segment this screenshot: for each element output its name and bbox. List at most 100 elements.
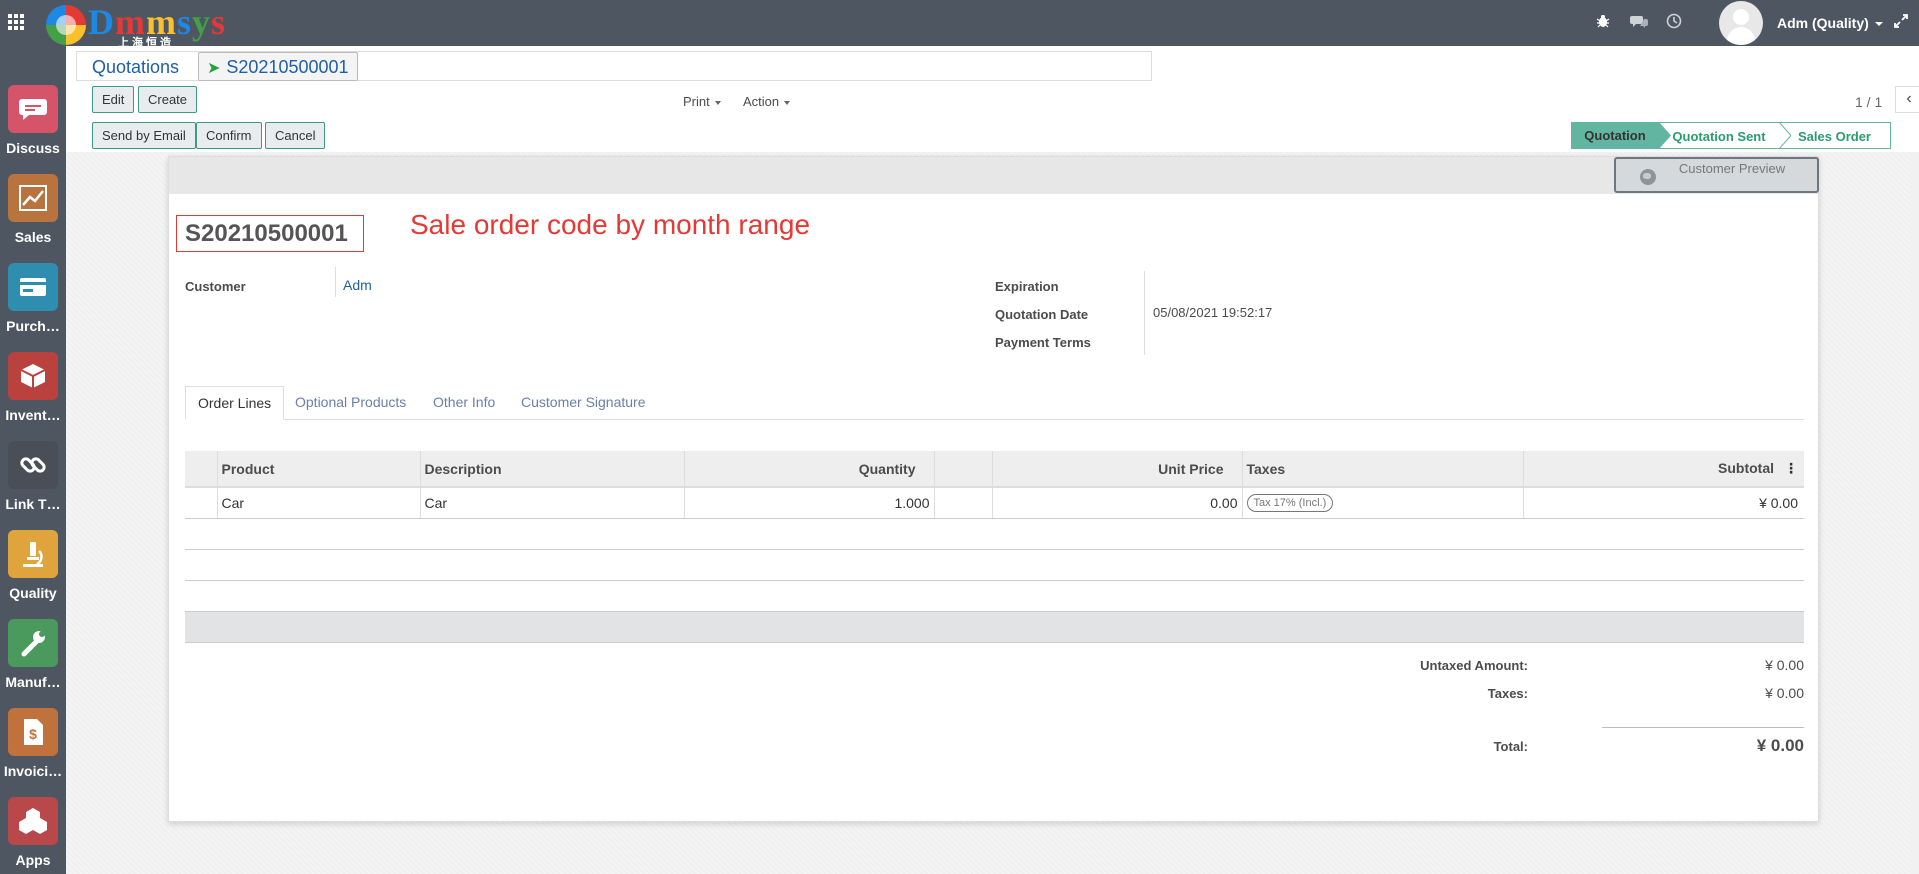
total-value: ¥ 0.00 (1756, 736, 1804, 755)
cell-subtotal: ¥ 0.00 (1523, 487, 1804, 519)
column-header-description[interactable]: Description (420, 451, 685, 488)
untaxed-amount-value: ¥ 0.00 (1765, 657, 1804, 673)
clock-icon[interactable] (1665, 13, 1683, 31)
cell-description: Car (420, 487, 685, 519)
table-footer-row (185, 611, 1804, 643)
create-button[interactable]: Create (138, 86, 198, 113)
breadcrumb: Quotations ➤ S20210500001 (76, 51, 1152, 81)
column-header-unit-price[interactable]: Unit Price (992, 451, 1243, 488)
taxes-label: Taxes: (1487, 686, 1528, 701)
wrench-icon (8, 619, 58, 667)
tab-customer-signature[interactable]: Customer Signature (509, 386, 658, 420)
sidebar-app-invoicing[interactable]: $ Invoici… (0, 708, 66, 797)
untaxed-amount-label: Untaxed Amount: (1420, 658, 1528, 673)
sidebar-app-inventory[interactable]: Invent… (0, 352, 66, 441)
empty-row (185, 580, 1804, 612)
user-menu[interactable]: Adm (Quality) (1777, 15, 1883, 31)
empty-row (185, 518, 1804, 550)
globe-icon (1640, 169, 1656, 185)
svg-text:$: $ (29, 726, 37, 742)
credit-card-icon (8, 263, 58, 311)
sidebar-app-quality[interactable]: Quality (0, 530, 66, 619)
row-handle[interactable] (185, 487, 218, 519)
cell-unit-price: 0.00 (992, 487, 1243, 519)
tax-badge: Tax 17% (Incl.) (1246, 494, 1334, 513)
tab-optional-products[interactable]: Optional Products (283, 386, 418, 420)
form-sheet: Customer Preview S20210500001 Sale order… (168, 156, 1819, 822)
logo-ball-icon (46, 5, 86, 45)
form-statusbar: Send by Email Confirm Cancel Quotation Q… (66, 118, 1919, 152)
sidebar-app-sales[interactable]: Sales (0, 174, 66, 263)
stage-arrow-icon (1779, 122, 1791, 149)
stage-sales-order[interactable]: Sales Order (1779, 122, 1891, 149)
totals-separator (1602, 727, 1804, 728)
column-header-taxes[interactable]: Taxes (1242, 451, 1524, 488)
notebook-tabs: Order Lines Optional Products Other Info… (185, 386, 1804, 420)
stage-quotation[interactable]: Quotation (1571, 122, 1659, 149)
box-icon (8, 352, 58, 400)
print-dropdown[interactable]: Print (683, 94, 721, 109)
smart-button-box: Customer Preview (169, 157, 1819, 194)
annotation-note: Sale order code by month range (410, 209, 811, 240)
optional-columns-icon[interactable]: ⋮ (1784, 460, 1798, 477)
pager-previous-button[interactable]: ‹ (1895, 86, 1919, 113)
pager-value[interactable]: 1 / 1 (1855, 94, 1882, 110)
caret-down-icon (714, 100, 721, 105)
caret-down-icon (1874, 22, 1883, 27)
expand-icon[interactable] (1894, 14, 1908, 33)
field-separator (335, 267, 336, 297)
empty-row (185, 549, 1804, 581)
customer-preview-button[interactable]: Customer Preview (1614, 157, 1819, 193)
breadcrumb-current: ➤ S20210500001 (198, 52, 358, 81)
sidebar-app-manufacturing[interactable]: Manuf… (0, 619, 66, 708)
column-header-quantity[interactable]: Quantity (684, 451, 935, 488)
cell-quantity: 1.000 (684, 487, 935, 519)
cell-empty (934, 487, 993, 519)
chat-icon[interactable] (1630, 13, 1648, 31)
stage-arrow-icon (1659, 122, 1671, 149)
sidebar-app-purchase[interactable]: Purch… (0, 263, 66, 352)
apps-grid-icon[interactable] (8, 14, 24, 30)
total-label: Total: (1493, 739, 1528, 754)
caret-down-icon (784, 100, 791, 105)
cubes-icon (8, 797, 58, 845)
customer-label: Customer (185, 279, 246, 294)
confirm-button[interactable]: Confirm (196, 122, 262, 149)
quotation-date-label: Quotation Date (995, 307, 1089, 322)
edit-button[interactable]: Edit (92, 86, 135, 113)
bug-icon[interactable] (1594, 13, 1612, 31)
cell-taxes: Tax 17% (Incl.) (1242, 487, 1524, 519)
breadcrumb-quotations-link[interactable]: Quotations (92, 57, 179, 78)
order-lines-table: Product Description Quantity Unit Price … (185, 451, 1804, 643)
quotation-date-value: 05/08/2021 19:52:17 (1153, 305, 1273, 320)
tab-other-info[interactable]: Other Info (421, 386, 507, 420)
sidebar-app-apps[interactable]: Apps (0, 797, 66, 874)
customer-link[interactable]: Adm (343, 277, 372, 293)
vertical-scrollbar[interactable] (1910, 152, 1919, 874)
action-dropdown[interactable]: Action (743, 94, 791, 109)
link-icon (8, 441, 58, 489)
tab-order-lines[interactable]: Order Lines (185, 386, 285, 420)
chart-trend-icon (8, 174, 58, 222)
cancel-button[interactable]: Cancel (265, 122, 326, 149)
play-arrow-icon: ➤ (207, 60, 221, 77)
column-header-empty (934, 451, 993, 488)
order-number: S20210500001 (176, 215, 364, 252)
table-header-row: Product Description Quantity Unit Price … (185, 451, 1804, 488)
column-header-subtotal[interactable]: ⋮ Subtotal (1523, 451, 1804, 488)
company-logo[interactable]: Dmmsys 上海恒造 (46, 2, 246, 49)
stage-quotation-sent[interactable]: Quotation Sent (1659, 122, 1779, 149)
taxes-value: ¥ 0.00 (1765, 685, 1804, 701)
sidebar-app-discuss[interactable]: Discuss (0, 85, 66, 174)
sidebar-app-link-tracker[interactable]: Link T… (0, 441, 66, 530)
microscope-icon (8, 530, 58, 578)
column-header-product[interactable]: Product (217, 451, 421, 488)
handle-column-header (185, 451, 218, 488)
cell-product: Car (217, 487, 421, 519)
send-by-email-button[interactable]: Send by Email (92, 122, 196, 149)
top-navbar: Dmmsys 上海恒造 Adm (Quality) (0, 0, 1919, 49)
app-sidebar: Discuss Sales Purch… Invent… Link T… Qua… (0, 46, 66, 874)
chat-bubble-icon (8, 85, 58, 133)
table-row[interactable]: Car Car 1.000 0.00 Tax 17% (Incl.) ¥ 0.0… (185, 487, 1804, 519)
user-avatar[interactable] (1719, 1, 1763, 45)
